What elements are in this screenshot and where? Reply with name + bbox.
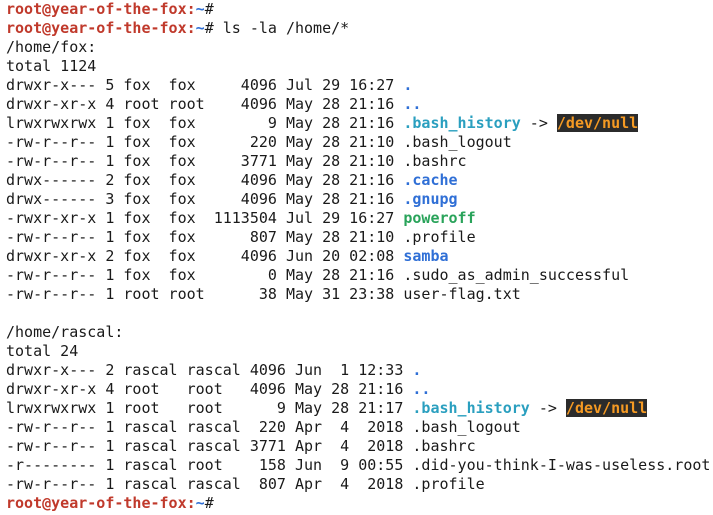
listing-row: drwxr-xr-x 4 root root 4096 May 28 21:16… [6, 95, 713, 114]
file-name: .profile [412, 475, 485, 493]
prompt-line: root@year-of-the-fox:~# [6, 494, 713, 513]
listing-row: -rw-r--r-- 1 fox fox 3771 May 28 21:10 .… [6, 152, 713, 171]
prompt-line: root@year-of-the-fox:~# [6, 0, 713, 19]
listing-row: -rwxr-xr-x 1 fox fox 1113504 Jul 29 16:2… [6, 209, 713, 228]
listing-row: -rw-r--r-- 1 fox fox 0 May 28 21:16 .sud… [6, 266, 713, 285]
prompt-path: ~ [195, 19, 205, 37]
file-metadata: -rw-r--r-- 1 fox fox 0 May 28 21:16 [6, 266, 404, 284]
listing-row: -rw-r--r-- 1 fox fox 807 May 28 21:10 .p… [6, 228, 713, 247]
prompt-symbol: # [204, 0, 214, 18]
file-name: .. [412, 380, 431, 398]
file-metadata: -rw-r--r-- 1 root root 38 May 31 23:38 [6, 285, 404, 303]
listing-row: -rw-r--r-- 1 rascal rascal 3771 Apr 4 20… [6, 437, 713, 456]
listing-row: drwx------ 3 fox fox 4096 May 28 21:16 .… [6, 190, 713, 209]
file-name: samba [403, 247, 449, 265]
file-metadata: lrwxrwxrwx 1 fox fox 9 May 28 21:16 [6, 114, 404, 132]
file-metadata: -rw-r--r-- 1 fox fox 3771 May 28 21:10 [6, 152, 404, 170]
listing-row: drwxr-xr-x 2 fox fox 4096 Jun 20 02:08 s… [6, 247, 713, 266]
file-name: . [412, 361, 422, 379]
terminal-window[interactable]: root@year-of-the-fox:~# root@year-of-the… [0, 0, 713, 515]
prompt-user-host: root@year-of-the-fox [6, 0, 187, 18]
file-name: .bash_logout [412, 418, 521, 436]
prompt-path: ~ [195, 0, 205, 18]
directory-header: /home/rascal: [6, 323, 124, 341]
prompt-user-host: root@year-of-the-fox [6, 19, 187, 37]
symlink-target: /dev/null [556, 114, 639, 132]
file-name: .profile [403, 228, 476, 246]
file-name: .sudo_as_admin_successful [403, 266, 630, 284]
file-name: .bash_history [412, 399, 530, 417]
listing-row: drwxr-x--- 5 fox fox 4096 Jul 29 16:27 . [6, 76, 713, 95]
file-metadata: drwx------ 2 fox fox 4096 May 28 21:16 [6, 171, 404, 189]
listing-row: -r-------- 1 rascal root 158 Jun 9 00:55… [6, 456, 713, 475]
file-name: .bashrc [403, 152, 467, 170]
listing-row: drwxr-xr-x 4 root root 4096 May 28 21:16… [6, 380, 713, 399]
prompt-user-host: root@year-of-the-fox [6, 494, 187, 512]
file-metadata: drwxr-x--- 5 fox fox 4096 Jul 29 16:27 [6, 76, 404, 94]
file-name: .gnupg [403, 190, 458, 208]
file-metadata: -rwxr-xr-x 1 fox fox 1113504 Jul 29 16:2… [6, 209, 404, 227]
file-metadata: drwx------ 3 fox fox 4096 May 28 21:16 [6, 190, 404, 208]
command-line: root@year-of-the-fox:~# ls -la /home/* [6, 19, 713, 38]
file-name: . [403, 76, 413, 94]
listing-rascal: drwxr-x--- 2 rascal rascal 4096 Jun 1 12… [6, 361, 713, 494]
listing-row: drwx------ 2 fox fox 4096 May 28 21:16 .… [6, 171, 713, 190]
file-metadata: lrwxrwxrwx 1 root root 9 May 28 21:17 [6, 399, 413, 417]
prompt-separator: : [186, 19, 196, 37]
listing-row: drwxr-x--- 2 rascal rascal 4096 Jun 1 12… [6, 361, 713, 380]
file-metadata: -rw-r--r-- 1 rascal rascal 220 Apr 4 201… [6, 418, 413, 436]
file-name: .. [403, 95, 422, 113]
file-name: user-flag.txt [403, 285, 521, 303]
listing-row: -rw-r--r-- 1 rascal rascal 807 Apr 4 201… [6, 475, 713, 494]
file-name: .did-you-think-I-was-useless.root [412, 456, 711, 474]
directory-header: /home/fox: [6, 38, 97, 56]
listing-row: -rw-r--r-- 1 root root 38 May 31 23:38 u… [6, 285, 713, 304]
listing-row: lrwxrwxrwx 1 root root 9 May 28 21:17 .b… [6, 399, 713, 418]
symlink-arrow: -> [520, 114, 557, 132]
prompt-separator: : [186, 494, 196, 512]
file-name: .bashrc [412, 437, 476, 455]
file-metadata: -rw-r--r-- 1 fox fox 807 May 28 21:10 [6, 228, 404, 246]
prompt-symbol: # [204, 19, 214, 37]
command-text: ls -la /home/* [222, 19, 350, 37]
file-metadata: drwxr-xr-x 2 fox fox 4096 Jun 20 02:08 [6, 247, 404, 265]
listing-row: -rw-r--r-- 1 rascal rascal 220 Apr 4 201… [6, 418, 713, 437]
file-metadata: drwxr-x--- 2 rascal rascal 4096 Jun 1 12… [6, 361, 413, 379]
directory-total: total 24 [6, 342, 79, 360]
file-name: .bash_history [403, 114, 521, 132]
file-metadata: drwxr-xr-x 4 root root 4096 May 28 21:16 [6, 95, 404, 113]
symlink-target: /dev/null [565, 399, 648, 417]
file-name: poweroff [403, 209, 476, 227]
file-metadata: -rw-r--r-- 1 rascal rascal 807 Apr 4 201… [6, 475, 413, 493]
prompt-symbol: # [204, 494, 214, 512]
listing-row: -rw-r--r-- 1 fox fox 220 May 28 21:10 .b… [6, 133, 713, 152]
listing-row: lrwxrwxrwx 1 fox fox 9 May 28 21:16 .bas… [6, 114, 713, 133]
file-name: .cache [403, 171, 458, 189]
directory-total: total 1124 [6, 57, 97, 75]
file-metadata: drwxr-xr-x 4 root root 4096 May 28 21:16 [6, 380, 413, 398]
file-metadata: -rw-r--r-- 1 rascal rascal 3771 Apr 4 20… [6, 437, 413, 455]
file-metadata: -r-------- 1 rascal root 158 Jun 9 00:55 [6, 456, 413, 474]
file-name: .bash_logout [403, 133, 512, 151]
file-metadata: -rw-r--r-- 1 fox fox 220 May 28 21:10 [6, 133, 404, 151]
listing-fox: drwxr-x--- 5 fox fox 4096 Jul 29 16:27 .… [6, 76, 713, 304]
prompt-separator: : [186, 0, 196, 18]
symlink-arrow: -> [529, 399, 566, 417]
prompt-path: ~ [195, 494, 205, 512]
